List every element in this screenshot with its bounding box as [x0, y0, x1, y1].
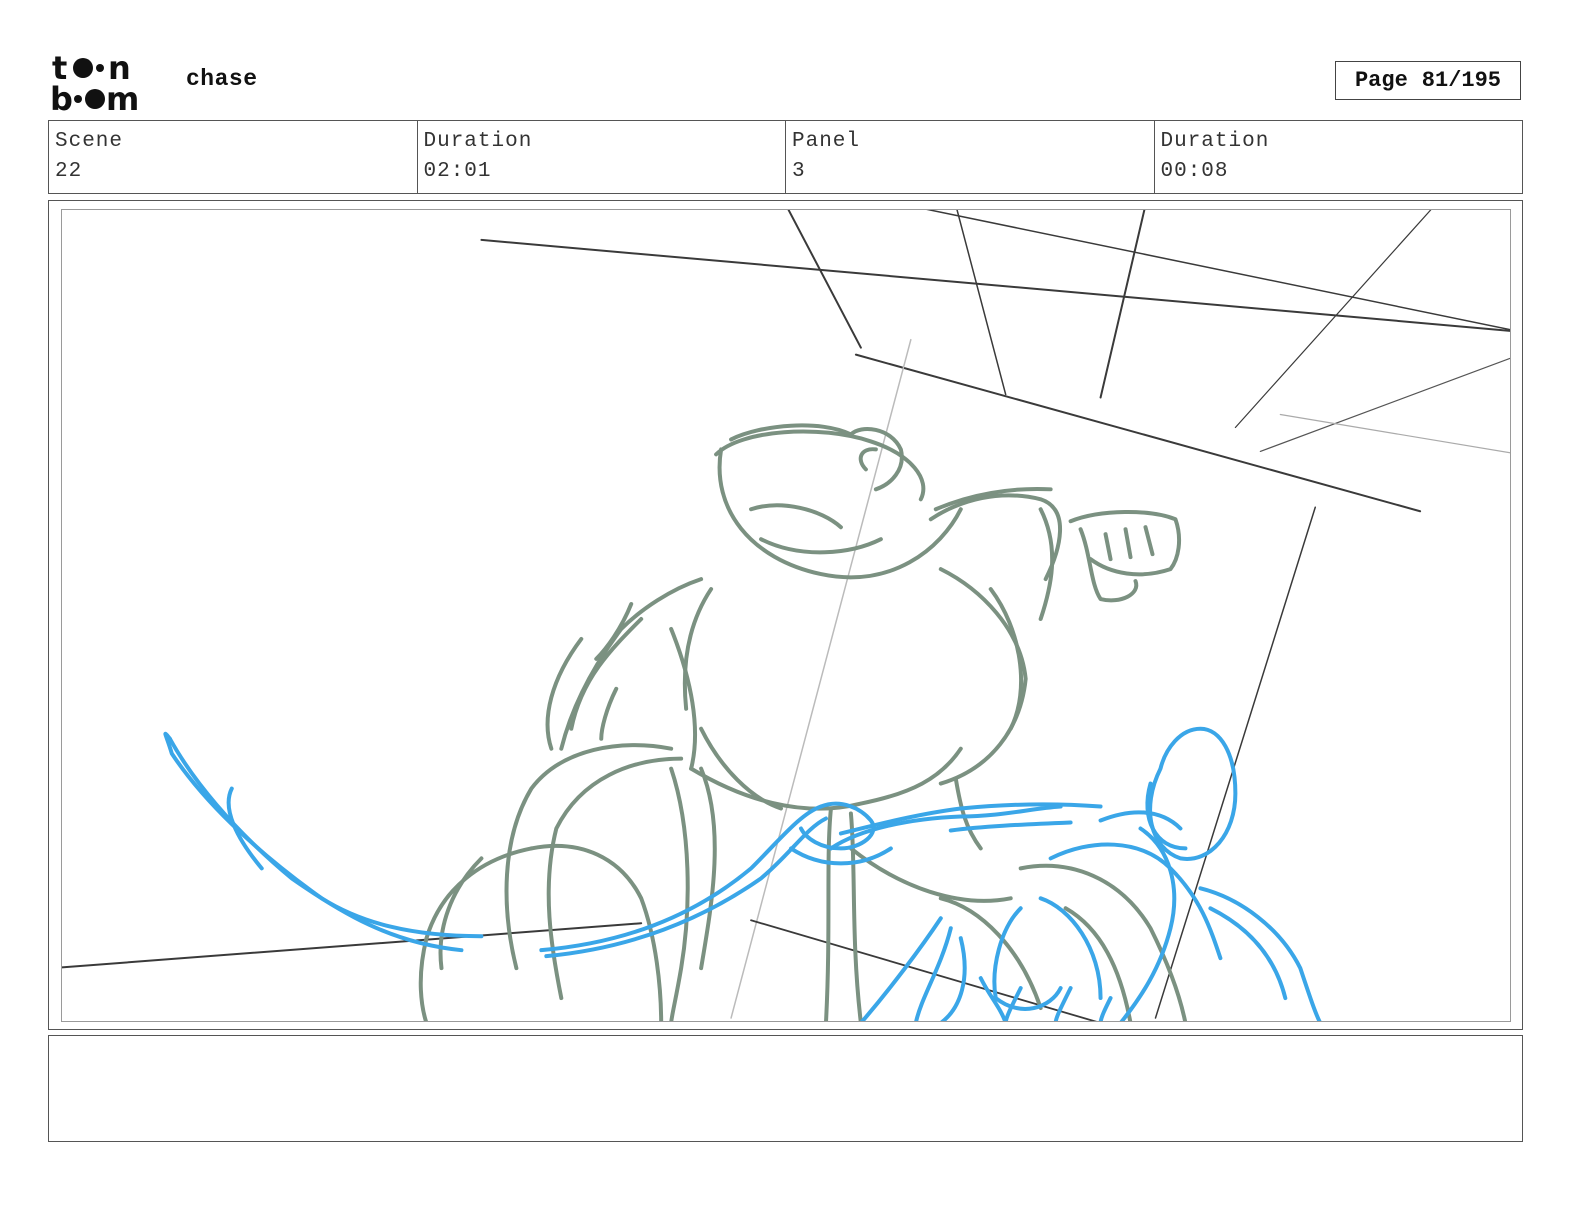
- panel-safe-area: [61, 209, 1511, 1022]
- panel-duration-cell: Duration 00:08: [1155, 121, 1523, 193]
- panel-frame: [48, 200, 1523, 1030]
- scene-info-table: Scene 22 Duration 02:01 Panel 3 Duration…: [48, 120, 1523, 194]
- project-title: chase: [186, 66, 258, 92]
- page-indicator: Page 81/195: [1335, 61, 1521, 100]
- toon-boom-logo: t n b m: [50, 49, 164, 118]
- panel-duration-value: 00:08: [1160, 160, 1229, 183]
- scene-value: 22: [55, 160, 83, 183]
- panel-label: Panel: [792, 130, 861, 153]
- scene-duration-label: Duration: [423, 130, 533, 153]
- sketch-artwork: [62, 210, 1510, 1021]
- page-number: 81/195: [1421, 68, 1502, 93]
- svg-text:m: m: [106, 80, 139, 112]
- perspective-lines: [62, 210, 1510, 1021]
- scene-duration-cell: Duration 02:01: [418, 121, 786, 193]
- scene-duration-value: 02:01: [423, 160, 492, 183]
- panel-notes-box: [48, 1035, 1523, 1142]
- scene-label: Scene: [55, 130, 124, 153]
- panel-value: 3: [792, 160, 806, 183]
- panel-cell: Panel 3: [786, 121, 1155, 193]
- scene-cell: Scene 22: [49, 121, 418, 193]
- svg-text:b: b: [50, 80, 73, 112]
- panel-duration-label: Duration: [1160, 130, 1270, 153]
- page-label: Page: [1354, 68, 1408, 93]
- character-sketch-blue: [163, 726, 1322, 1021]
